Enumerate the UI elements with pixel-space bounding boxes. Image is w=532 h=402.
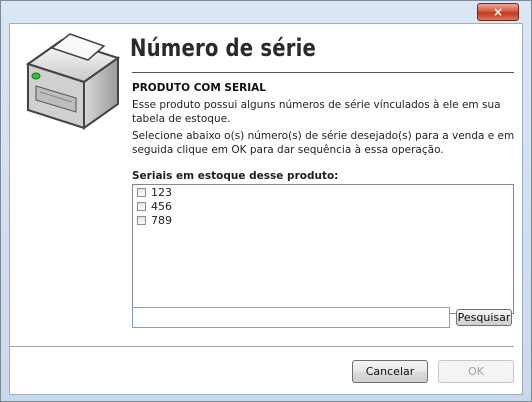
serial-checkbox[interactable] [137, 215, 146, 225]
serial-label: 123 [151, 185, 172, 199]
serials-list[interactable]: 123 456 789 [132, 184, 514, 314]
dialog-content: Número de série PRODUTO COM SERIAL Esse … [9, 23, 523, 395]
serial-item[interactable]: 456 [133, 199, 513, 213]
search-button[interactable]: Pesquisar [456, 309, 512, 326]
footer-divider [10, 346, 514, 347]
serial-label: 456 [151, 199, 172, 213]
serial-checkbox[interactable] [137, 187, 146, 197]
serial-label: 789 [151, 213, 172, 227]
close-icon: × [492, 5, 504, 19]
page-title: Número de série [130, 34, 317, 62]
ok-button[interactable]: OK [438, 360, 514, 383]
description-paragraph: Esse produto possui alguns números de sé… [132, 99, 501, 125]
cancel-button[interactable]: Cancelar [352, 360, 428, 383]
instruction-paragraph: Selecione abaixo o(s) número(s) de série… [132, 130, 515, 156]
search-input[interactable] [132, 307, 450, 328]
printer-icon [25, 33, 121, 130]
serial-checkbox[interactable] [137, 201, 146, 211]
dialog-window: × Número de série PRODUTO COM SERIAL Ess… [0, 0, 532, 402]
close-button[interactable]: × [477, 3, 519, 21]
serials-list-label: Seriais em estoque desse produto: [132, 170, 339, 182]
serial-item[interactable]: 789 [133, 213, 513, 227]
title-divider [132, 72, 514, 73]
serial-item[interactable]: 123 [133, 185, 513, 199]
section-heading: PRODUTO COM SERIAL [132, 82, 266, 94]
